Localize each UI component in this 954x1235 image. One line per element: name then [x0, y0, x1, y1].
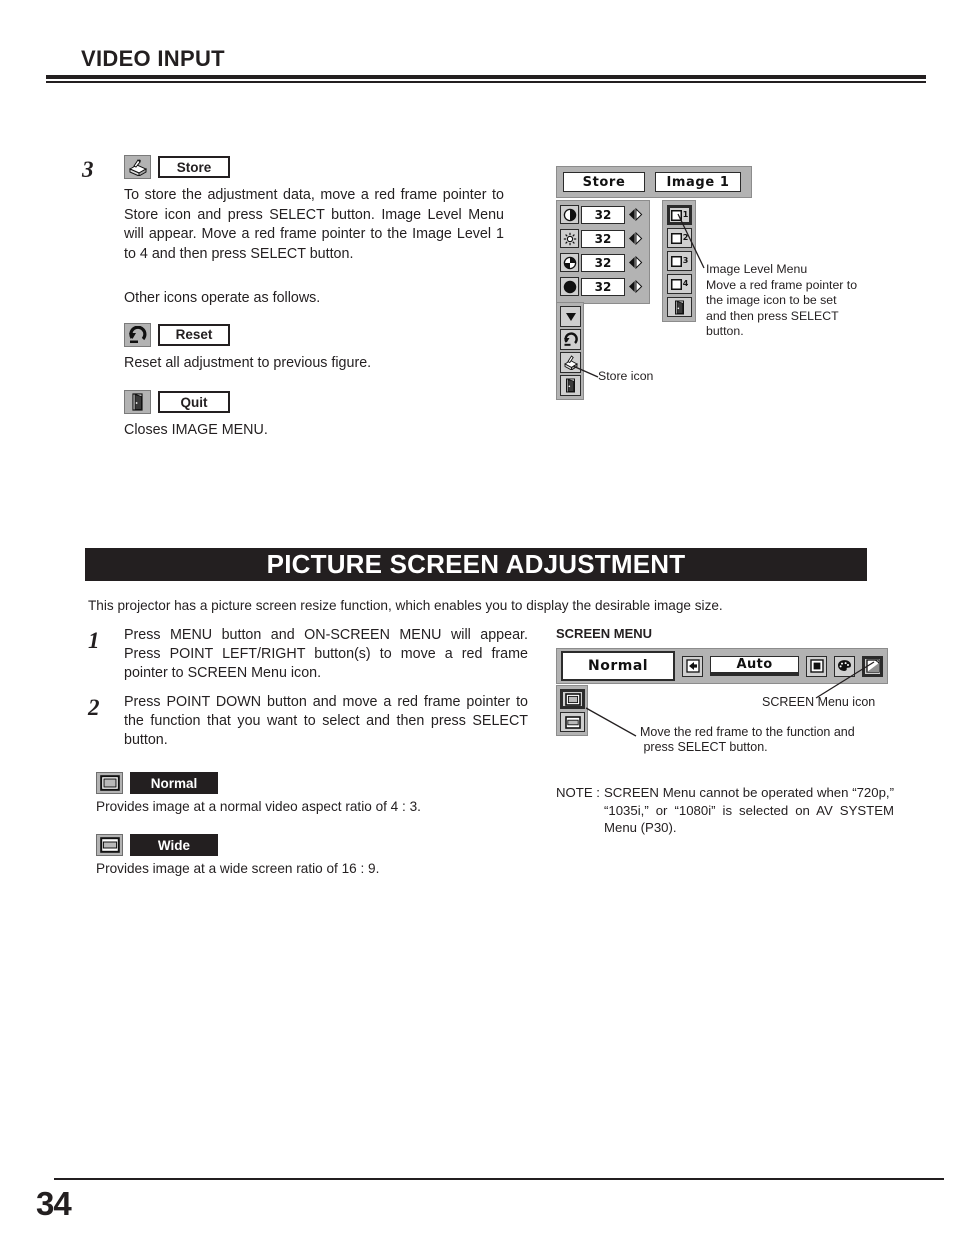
osd-value-contrast: 32 — [581, 205, 625, 224]
footer-rule — [54, 1178, 944, 1180]
quit-description: Closes IMAGE MENU. — [124, 422, 268, 438]
step-1-text: Press MENU button and ON-SCREEN MENU wil… — [124, 627, 528, 681]
osd-title-image-1: Image 1 — [655, 172, 741, 192]
leader-line-move-frame — [585, 707, 637, 737]
step-2-number: 2 — [88, 695, 100, 720]
quit-door-icon — [124, 390, 151, 414]
reset-undo-icon — [560, 329, 581, 350]
steps-block: 1 Press MENU button and ON-SCREEN MENU w… — [88, 626, 528, 876]
page-title: VIDEO INPUT — [81, 46, 225, 71]
osd-icon-stack — [556, 302, 584, 400]
note-block: NOTE : SCREEN Menu cannot be operated wh… — [556, 784, 894, 837]
image-level-quit[interactable] — [667, 297, 692, 317]
step-3-number: 3 — [82, 157, 94, 182]
tint-icon — [560, 277, 579, 296]
down-arrow-icon — [560, 306, 581, 327]
page-header: VIDEO INPUT — [46, 46, 926, 83]
osd-value-tint: 32 — [581, 277, 625, 296]
image-level-4[interactable]: 4 — [667, 274, 692, 294]
step-3-body: To store the adjustment data, move a red… — [124, 187, 504, 262]
left-right-arrows-icon — [627, 206, 644, 223]
osd-row-tint: 32 — [560, 276, 646, 297]
normal-label: Normal — [130, 772, 218, 794]
annotation-screen-menu-icon: SCREEN Menu icon — [762, 695, 876, 709]
normal-chip-row: Normal — [96, 772, 528, 794]
reset-label: Reset — [158, 323, 230, 346]
screen-menu-heading: SCREEN MENU — [556, 626, 653, 641]
quit-label: Quit — [158, 391, 230, 413]
store-label: Store — [158, 156, 230, 178]
annotation-move-red-frame: Move the red frame to the function and p… — [640, 725, 855, 754]
image-level-4-number: 4 — [682, 279, 689, 288]
normal-description: Provides image at a normal video aspect … — [96, 799, 421, 814]
screen-menu-auto-value: Auto — [710, 656, 799, 676]
wide-chip-row: Wide — [96, 834, 528, 856]
osd-row-contrast: 32 — [560, 204, 646, 225]
osd-adjustment-column: 32 32 32 32 — [556, 200, 650, 304]
normal-screen-icon — [96, 772, 123, 794]
left-right-arrows-icon — [627, 254, 644, 271]
reset-undo-icon — [124, 322, 151, 347]
annotation-image-level-menu: Image Level Menu Move a red frame pointer… — [706, 262, 858, 338]
wide-description: Provides image at a wide screen ratio of… — [96, 861, 380, 876]
sub-item-normal[interactable] — [560, 689, 585, 709]
osd-value-color: 32 — [581, 253, 625, 272]
wide-label: Wide — [130, 834, 218, 856]
input-arrow-icon[interactable] — [682, 655, 704, 677]
sub-item-wide[interactable] — [560, 712, 585, 732]
left-right-arrows-icon — [627, 230, 644, 247]
quit-chip-row: Quit — [124, 390, 504, 414]
other-icons-note: Other icons operate as follows. — [124, 290, 321, 306]
step-2-text: Press POINT DOWN button and move a red f… — [124, 694, 528, 748]
step-3-block: 3 Store To store the adjustment data, mo… — [82, 155, 504, 441]
osd-titlebar: Store Image 1 — [556, 166, 752, 198]
step-1: 1 Press MENU button and ON-SCREEN MENU w… — [88, 626, 528, 683]
page-number: 34 — [36, 1185, 72, 1222]
annotation-store-icon: Store icon — [598, 369, 654, 383]
step-2: 2 Press POINT DOWN button and move a red… — [88, 693, 528, 750]
color-icon — [560, 253, 579, 272]
header-rule-thick — [46, 75, 926, 79]
store-disk-icon — [124, 155, 151, 179]
brightness-sun-icon — [560, 229, 579, 248]
store-chip-row: Store — [124, 155, 504, 179]
screen-menu-current-mode: Normal — [561, 651, 676, 681]
osd-row-brightness: 32 — [560, 228, 646, 249]
section-intro-text: This projector has a picture screen resi… — [88, 598, 723, 613]
left-right-arrows-icon — [627, 278, 644, 295]
note-label: NOTE : — [556, 785, 600, 800]
reset-description: Reset all adjustment to previous figure. — [124, 354, 372, 371]
header-rule-thin — [46, 81, 926, 83]
step-1-number: 1 — [88, 628, 100, 653]
contrast-icon — [560, 205, 579, 224]
reset-chip-row: Reset — [124, 322, 504, 347]
note-body: SCREEN Menu cannot be operated when “720… — [604, 785, 894, 835]
osd-title-store: Store — [563, 172, 645, 192]
osd-value-brightness: 32 — [581, 229, 625, 248]
section-banner: PICTURE SCREEN ADJUSTMENT — [85, 548, 867, 581]
osd-row-color: 32 — [560, 252, 646, 273]
section-banner-title: PICTURE SCREEN ADJUSTMENT — [266, 549, 686, 579]
wide-screen-icon — [96, 834, 123, 856]
